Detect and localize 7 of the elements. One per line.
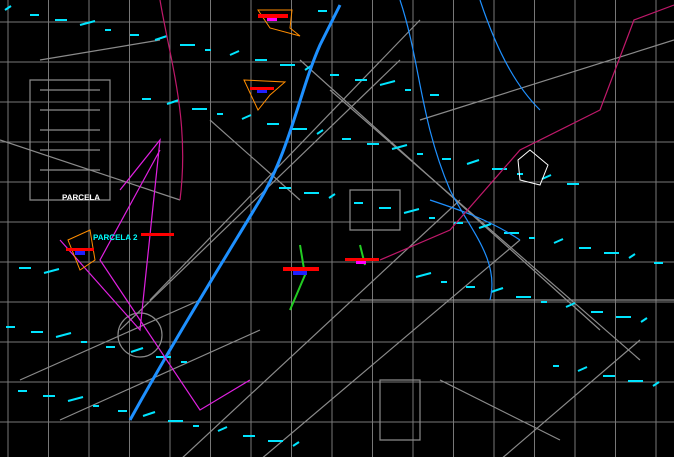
site-marker-drawing (345, 258, 379, 264)
site-marker-drawing (257, 10, 300, 36)
map-label: PARCELA (62, 193, 100, 202)
site-marker-drawing (283, 267, 319, 275)
site-marker-bar (141, 233, 174, 236)
site-marker-drawing (243, 79, 286, 111)
building-outline (517, 149, 549, 186)
